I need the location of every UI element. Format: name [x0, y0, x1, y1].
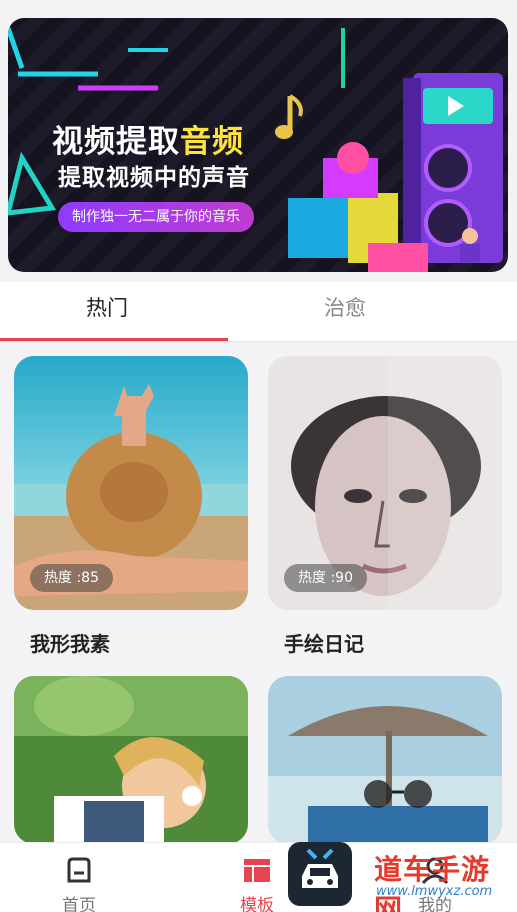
- promo-banner[interactable]: 视频提取音频 提取视频中的声音 制作独一无二属于你的音乐: [8, 18, 508, 272]
- template-card[interactable]: 热度 :85 我形我素: [14, 356, 248, 657]
- template-name: 手绘日记: [284, 632, 364, 656]
- template-card[interactable]: [14, 676, 248, 844]
- banner-subtitle: 提取视频中的声音: [58, 165, 250, 191]
- child-flower-image: [14, 676, 248, 844]
- template-name: 我形我素: [30, 632, 110, 656]
- watermark-url: www.lmwyxz.com: [376, 884, 493, 899]
- template-icon: [244, 859, 270, 882]
- heat-badge: 热度 :90: [284, 564, 367, 592]
- watermark-logo: [288, 842, 352, 906]
- heat-badge: 热度 :85: [30, 564, 113, 592]
- template-card[interactable]: [268, 676, 502, 844]
- beach-umbrella-image: [268, 676, 502, 844]
- category-tabs: 热门 治愈: [0, 282, 517, 342]
- tab-hot[interactable]: 热门: [86, 292, 128, 322]
- watermark: 道车手游网 www.lmwyxz.com: [284, 842, 517, 912]
- banner-pill: 制作独一无二属于你的音乐: [58, 202, 254, 232]
- tabs-divider: [0, 341, 517, 342]
- tab-healing[interactable]: 治愈: [324, 292, 366, 322]
- banner-title-highlight: 音频: [180, 124, 244, 160]
- home-icon: [67, 857, 91, 883]
- watermark-text: 道车手游网: [374, 853, 491, 912]
- template-thumbnail[interactable]: [14, 676, 248, 844]
- nav-home-label: 首页: [62, 896, 96, 912]
- template-card[interactable]: 热度 :90 手绘日记: [268, 356, 502, 657]
- template-thumbnail[interactable]: [268, 676, 502, 844]
- banner-title: 视频提取音频: [52, 124, 244, 160]
- template-thumbnail[interactable]: 热度 :90: [268, 356, 502, 610]
- nav-template[interactable]: 模板: [227, 855, 287, 912]
- car-logo-icon: [302, 848, 338, 888]
- template-thumbnail[interactable]: 热度 :85: [14, 356, 248, 610]
- nav-home[interactable]: 首页: [49, 855, 109, 912]
- nav-template-label: 模板: [240, 896, 274, 912]
